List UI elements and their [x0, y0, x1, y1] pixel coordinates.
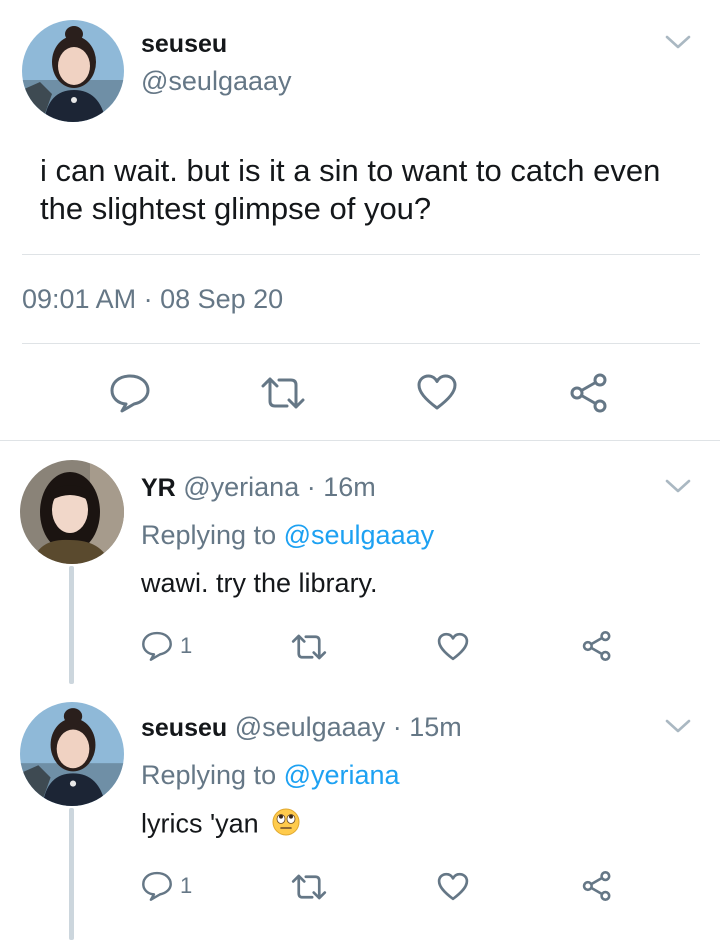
author-handle[interactable]: @seulgaaay — [141, 66, 292, 97]
retweet-icon — [290, 872, 328, 902]
mention-link[interactable]: @seulgaaay — [284, 520, 435, 550]
share-button[interactable] — [580, 630, 614, 662]
avatar[interactable] — [20, 702, 124, 806]
reply-icon — [108, 372, 152, 414]
avatar[interactable] — [22, 20, 124, 122]
reply-text: wawi. try the library. — [141, 568, 378, 598]
avatar[interactable] — [20, 460, 124, 564]
like-icon — [436, 871, 470, 902]
like-icon — [415, 372, 459, 412]
reply-time: · 15m — [392, 712, 462, 742]
thread-line — [69, 566, 74, 684]
reply-icon — [140, 630, 174, 662]
retweet-icon — [290, 632, 328, 662]
like-button[interactable] — [436, 871, 470, 902]
reply-button[interactable] — [108, 372, 152, 414]
chevron-down-icon[interactable] — [664, 32, 692, 52]
chevron-down-icon[interactable] — [664, 716, 692, 736]
author-name[interactable]: seuseu — [141, 714, 227, 742]
share-button[interactable] — [567, 372, 611, 414]
reply-time: · 16m — [306, 472, 376, 502]
share-icon — [567, 372, 611, 414]
mention-link[interactable]: @yeriana — [284, 760, 400, 790]
share-icon — [580, 870, 614, 902]
reply-button[interactable]: 1 — [140, 630, 192, 662]
tweet-timestamp[interactable]: 09:01 AM · 08 Sep 20 — [22, 284, 283, 315]
replying-to-label: Replying to — [141, 760, 284, 790]
reply-button[interactable]: 1 — [140, 870, 192, 902]
retweet-button[interactable] — [290, 632, 328, 662]
divider — [22, 343, 700, 344]
replying-to: Replying to @yeriana — [141, 760, 400, 791]
divider — [0, 440, 720, 441]
replying-to-label: Replying to — [141, 520, 284, 550]
reply-icon — [140, 870, 174, 902]
tweet-text: i can wait. but is it a sin to want to c… — [40, 153, 661, 226]
reply-text: lyrics 'yan — [141, 808, 259, 839]
retweet-button[interactable] — [290, 872, 328, 902]
divider — [22, 254, 700, 255]
retweet-button[interactable] — [259, 374, 307, 412]
like-button[interactable] — [436, 631, 470, 662]
author-name[interactable]: YR — [141, 474, 176, 502]
author-handle[interactable]: @yeriana — [183, 472, 299, 502]
rolling-eyes-emoji — [272, 808, 300, 843]
thread-line — [69, 808, 74, 940]
reply-header: YR @yeriana · 16m — [141, 472, 376, 503]
reply-text-container: lyrics 'yan — [141, 808, 300, 843]
author-handle[interactable]: @seulgaaay — [235, 712, 386, 742]
reply-count: 1 — [180, 873, 193, 898]
like-icon — [436, 631, 470, 662]
share-icon — [580, 630, 614, 662]
author-name[interactable]: seuseu — [141, 30, 227, 59]
share-button[interactable] — [580, 870, 614, 902]
replying-to: Replying to @seulgaaay — [141, 520, 434, 551]
like-button[interactable] — [415, 372, 459, 412]
retweet-icon — [259, 374, 307, 412]
reply-count: 1 — [180, 633, 193, 658]
reply-header: seuseu @seulgaaay · 15m — [141, 712, 462, 743]
chevron-down-icon[interactable] — [664, 476, 692, 496]
